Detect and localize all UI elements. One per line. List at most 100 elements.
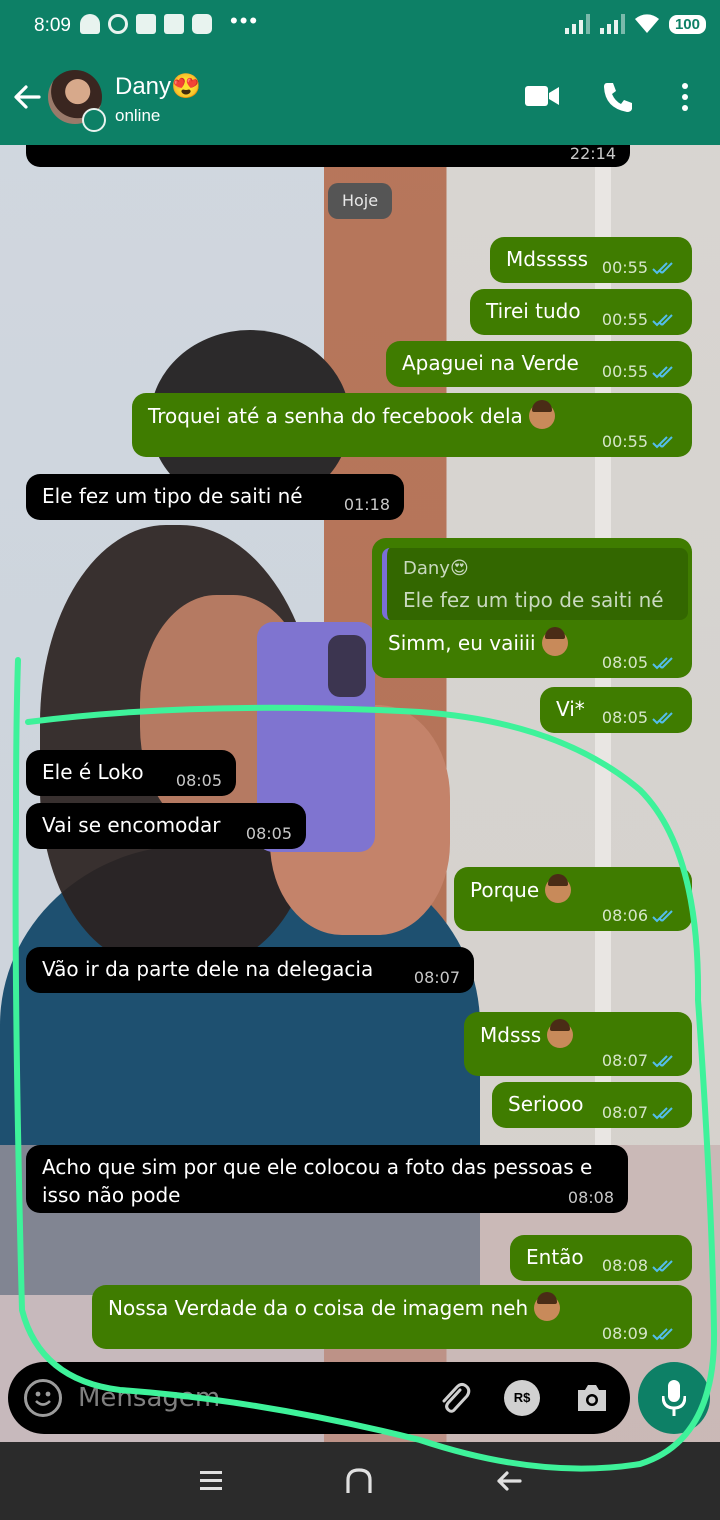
nav-back-icon[interactable] — [494, 1466, 524, 1496]
message-text: Vai se encomodar — [42, 813, 221, 837]
message-meta: 08:05 — [602, 653, 678, 672]
status-time: 8:09 — [34, 15, 71, 36]
message-text: Mdsss — [480, 1019, 574, 1048]
camera-icon[interactable] — [574, 1380, 610, 1416]
message-meta: 08:07 — [602, 1051, 678, 1070]
message-text: Mdsssss — [506, 247, 589, 271]
message-text: Seriooo — [508, 1092, 584, 1116]
quoted-text: Ele fez um tipo de saiti né — [403, 588, 664, 612]
wallpaper-phone-camera — [328, 635, 366, 697]
incoming-message[interactable]: Ele fez um tipo de saiti né 01:18 — [26, 474, 404, 520]
wifi-icon — [634, 14, 659, 33]
message-meta: 01:18 — [344, 495, 390, 514]
home-icon[interactable] — [344, 1466, 374, 1496]
message-time: 08:07 — [601, 1103, 648, 1122]
message-meta: 08:08 — [602, 1256, 678, 1275]
message-meta: 08:07 — [602, 1103, 678, 1122]
voice-record-button[interactable] — [638, 1362, 710, 1434]
message-time: 00:55 — [601, 310, 648, 329]
message-text: Porque — [470, 874, 572, 903]
message-meta: 00:55 — [602, 310, 678, 329]
message-time: 00:55 — [601, 432, 648, 451]
quoted-author: Dany😍 — [403, 558, 469, 579]
message-text: Tirei tudo — [486, 299, 581, 323]
facepalm-emoji-icon — [547, 1019, 574, 1048]
message-time: 08:05 — [601, 653, 648, 672]
message-text: Vi* — [556, 697, 585, 721]
video-app-icon — [136, 14, 156, 34]
signal-icon — [564, 14, 590, 34]
facepalm-emoji-icon — [528, 400, 555, 429]
message-time: 08:05 — [175, 771, 222, 790]
message-text: Apaguei na Verde — [402, 351, 579, 375]
message-text: Então — [526, 1245, 584, 1269]
message-time: 00:55 — [601, 362, 648, 381]
read-ticks-icon — [652, 1259, 673, 1272]
message-meta: 08:05 — [246, 824, 292, 843]
outgoing-message[interactable]: Troquei até a senha do fecebook dela 00:5… — [132, 393, 692, 457]
chat-area[interactable]: tbm 22:14 Hoje Mdsssss 00:55 Tirei tudo 00:… — [0, 145, 720, 1442]
attach-icon[interactable] — [436, 1380, 472, 1416]
message-meta: 08:06 — [602, 906, 678, 925]
more-notifications-icon: ••• — [230, 8, 260, 33]
message-text-line2: isso não pode — [42, 1183, 181, 1207]
message-time: 08:07 — [601, 1051, 648, 1070]
signal-icon-2 — [599, 14, 625, 34]
message-text: Troquei até a senha do fecebook dela — [148, 400, 555, 429]
back-arrow-icon[interactable] — [12, 82, 42, 112]
message-input[interactable] — [78, 1376, 418, 1420]
incoming-message[interactable]: Vão ir da parte dele na delegacia 08:07 — [26, 947, 474, 993]
bell-icon — [80, 14, 100, 34]
recent-apps-icon[interactable] — [196, 1466, 226, 1496]
message-time: 01:18 — [343, 495, 390, 514]
outgoing-message[interactable]: Nossa Verdade da o coisa de imagem neh 08… — [92, 1285, 692, 1349]
outgoing-message[interactable]: Então 08:08 — [510, 1235, 692, 1281]
message-time: 08:06 — [601, 906, 648, 925]
payment-icon[interactable]: R$ — [504, 1380, 540, 1416]
chat-header: Dany😍 online — [0, 56, 720, 145]
outgoing-message[interactable]: Vi* 08:05 — [540, 687, 692, 733]
message-meta: 08:08 — [568, 1188, 614, 1207]
message-time: 00:55 — [601, 258, 648, 277]
video-app-icon-2 — [164, 14, 184, 34]
message-time: 08:05 — [601, 708, 648, 727]
outgoing-message[interactable]: Mdsss 08:07 — [464, 1012, 692, 1076]
read-ticks-icon — [652, 1054, 673, 1067]
emoji-icon[interactable] — [24, 1379, 62, 1417]
facepalm-emoji-icon — [534, 1292, 561, 1321]
video-call-icon[interactable] — [525, 84, 559, 108]
incoming-message[interactable]: Ele é Loko 08:05 — [26, 750, 236, 796]
read-ticks-icon — [652, 313, 673, 326]
incoming-message[interactable]: Acho que sim por que ele colocou a foto … — [26, 1145, 628, 1213]
message-time: 08:07 — [413, 968, 460, 987]
status-ring-icon — [82, 108, 106, 132]
message-time: 08:09 — [601, 1324, 648, 1343]
message-meta: 08:05 — [176, 771, 222, 790]
outgoing-message[interactable]: Porque 08:06 — [454, 867, 692, 931]
read-ticks-icon — [652, 711, 673, 724]
message-bubble-clipped[interactable]: tbm 22:14 — [26, 145, 630, 167]
outgoing-message[interactable]: Mdsssss 00:55 — [490, 237, 692, 283]
quoted-message[interactable]: Dany😍 Ele fez um tipo de saiti né — [382, 548, 688, 620]
microphone-icon — [662, 1380, 686, 1416]
read-ticks-icon — [652, 909, 673, 922]
message-text: Simm, eu vaiiii — [388, 627, 568, 656]
outgoing-message[interactable]: Seriooo 08:07 — [492, 1082, 692, 1128]
read-ticks-icon — [652, 365, 673, 378]
read-ticks-icon — [652, 1106, 673, 1119]
incoming-message[interactable]: Vai se encomodar 08:05 — [26, 803, 306, 849]
message-time: 22:14 — [569, 145, 616, 163]
message-text: Ele é Loko — [42, 760, 144, 784]
message-text: Ele fez um tipo de saiti né — [42, 484, 303, 508]
more-options-icon[interactable] — [680, 82, 690, 112]
message-text: Vão ir da parte dele na delegacia — [42, 957, 374, 981]
voice-call-icon[interactable] — [601, 80, 635, 114]
contact-status: online — [115, 106, 161, 125]
facepalm-emoji-icon — [545, 874, 572, 903]
outgoing-message[interactable]: Apaguei na Verde 00:55 — [386, 341, 692, 387]
message-text: Nossa Verdade da o coisa de imagem neh — [108, 1292, 561, 1321]
system-nav-bar — [0, 1442, 720, 1520]
outgoing-message[interactable]: Dany😍 Ele fez um tipo de saiti né Simm, eu… — [372, 538, 692, 678]
outgoing-message[interactable]: Tirei tudo 00:55 — [470, 289, 692, 335]
contact-name[interactable]: Dany😍 — [115, 72, 201, 101]
